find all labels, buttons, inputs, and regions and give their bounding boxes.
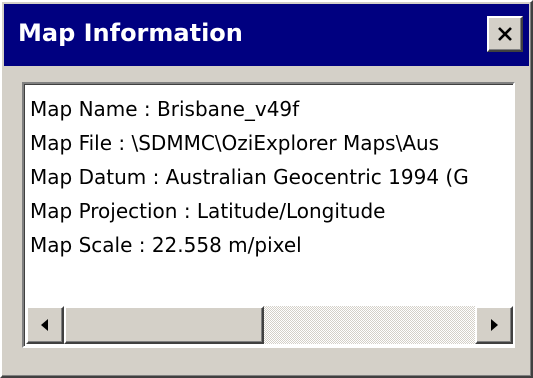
scroll-left-button[interactable]: [26, 306, 64, 344]
arrow-left-icon: [41, 319, 48, 331]
map-name-line: Map Name : Brisbane_v49f: [30, 97, 300, 121]
title-bar: Map Information: [4, 4, 529, 66]
map-info-textbox[interactable]: Map Name : Brisbane_v49f Map File : \SDM…: [22, 82, 515, 348]
map-info-lines: Map Name : Brisbane_v49f Map File : \SDM…: [30, 92, 513, 262]
close-icon: [498, 27, 512, 41]
horizontal-scrollbar[interactable]: [26, 306, 513, 344]
map-projection-line: Map Projection : Latitude/Longitude: [30, 199, 386, 223]
close-button[interactable]: [487, 16, 523, 52]
dialog-title: Map Information: [18, 19, 243, 47]
map-information-dialog: Map Information Map Name : Brisbane_v49f…: [0, 0, 533, 378]
map-scale-line: Map Scale : 22.558 m/pixel: [30, 233, 302, 257]
map-datum-line: Map Datum : Australian Geocentric 1994 (…: [30, 165, 469, 189]
scroll-right-button[interactable]: [475, 306, 513, 344]
arrow-right-icon: [491, 319, 498, 331]
map-file-line: Map File : \SDMMC\OziExplorer Maps\Aus: [30, 131, 440, 155]
scroll-thumb[interactable]: [64, 306, 264, 344]
